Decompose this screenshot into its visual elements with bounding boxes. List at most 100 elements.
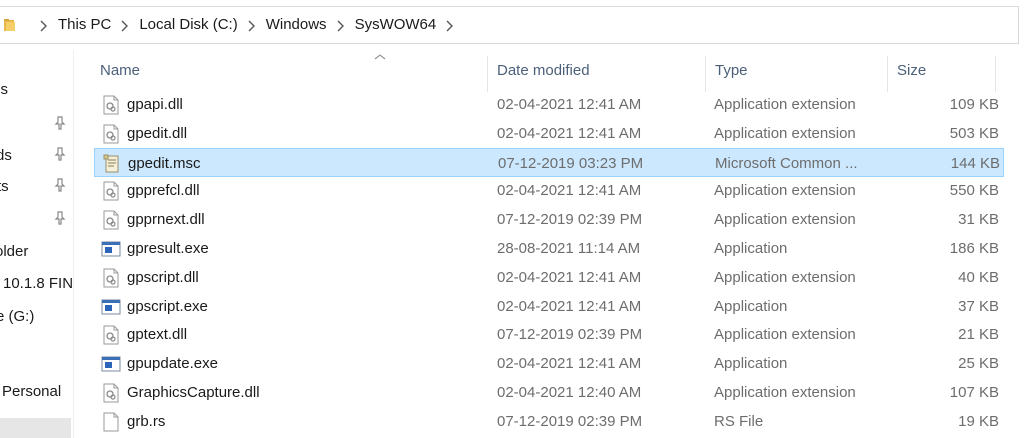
msc-icon [102, 154, 122, 174]
breadcrumb: This PC Local Disk (C:) Windows SysWOW64 [34, 7, 460, 43]
nav-item-folder[interactable]: older [0, 243, 28, 260]
file-row[interactable]: GraphicsCapture.dll 02-04-2021 12:40 AM Ap… [94, 378, 1004, 407]
file-size: 107 KB [949, 384, 999, 401]
dll-icon [101, 95, 121, 115]
file-size: 37 KB [958, 297, 999, 315]
column-date-modified[interactable]: Date modified [487, 50, 590, 92]
file-date-modified: 02-04-2021 12:40 AM [497, 384, 642, 401]
file-name: gptext.dll [127, 326, 188, 344]
file-type: Application extension [714, 326, 856, 344]
file-row[interactable]: grb.rs 07-12-2019 02:39 PM RS File 19 KB [94, 407, 1004, 436]
column-name[interactable]: Name [90, 50, 140, 92]
file-date-modified: 02-04-2021 12:41 AM [497, 355, 642, 373]
address-bar[interactable]: This PC Local Disk (C:) Windows SysWOW64 [0, 6, 1019, 44]
file-name: gpprefcl.dll [127, 182, 200, 200]
file-row[interactable]: gpresult.exe 28-08-2021 11:14 AM Applicati… [94, 234, 1004, 263]
file-name: gpresult.exe [127, 240, 209, 257]
navigation-pane: ss ds ts older 10.1.8 FINA e (G:) Person… [0, 50, 73, 438]
file-name: gpscript.exe [127, 297, 208, 315]
nav-horizontal-scrollbar[interactable] [0, 418, 71, 438]
file-name: grb.rs [127, 412, 166, 430]
nav-item-folder-2[interactable]: 10.1.8 FINA [3, 275, 73, 292]
dll-icon [101, 268, 121, 288]
dll-icon [101, 181, 121, 201]
file-type: Application extension [714, 268, 856, 286]
file-size: 550 KB [949, 182, 999, 200]
chevron-right-icon[interactable] [115, 7, 135, 43]
file-date-modified: 07-12-2019 03:23 PM [498, 154, 644, 172]
folder-icon [4, 19, 15, 31]
file-name: gpupdate.exe [127, 355, 218, 373]
breadcrumb-item[interactable]: Local Disk (C:) [135, 7, 241, 43]
file-type: Application [714, 355, 788, 373]
file-date-modified: 28-08-2021 11:14 AM [497, 240, 641, 257]
file-type: Application [714, 297, 788, 315]
file-row[interactable]: gpupdate.exe 02-04-2021 12:41 AM Applicati… [94, 349, 1004, 378]
file-size: 503 KB [949, 124, 999, 142]
chevron-right-icon[interactable] [242, 7, 262, 43]
nav-item-drive-g[interactable]: e (G:) [0, 308, 34, 325]
chevron-right-icon[interactable] [34, 7, 54, 43]
file-size: 40 KB [958, 268, 999, 286]
file-size: 21 KB [958, 326, 999, 344]
pin-icon[interactable] [53, 116, 67, 130]
vertical-scrollbar[interactable] [1018, 50, 1024, 438]
file-type: Application extension [714, 124, 856, 142]
pin-icon[interactable] [53, 147, 67, 161]
file-row[interactable]: gpprnext.dll 07-12-2019 02:39 PM Applicati… [94, 205, 1004, 234]
file-type: Application [714, 240, 788, 257]
nav-item-quick-access[interactable]: ss [0, 81, 8, 98]
file-row[interactable]: gpscript.exe 02-04-2021 12:41 AM Applicati… [94, 292, 1004, 321]
file-date-modified: 07-12-2019 02:39 PM [497, 412, 643, 430]
file-date-modified: 02-04-2021 12:41 AM [497, 124, 642, 142]
dll-icon [101, 210, 121, 230]
chevron-right-icon[interactable] [331, 7, 351, 43]
nav-item-downloads[interactable]: ds [0, 147, 12, 164]
file-icon [101, 412, 121, 432]
file-row[interactable]: gptext.dll 07-12-2019 02:39 PM Application… [94, 320, 1004, 349]
nav-item-documents[interactable]: ts [0, 178, 9, 195]
column-header-row: Name Date modified Type Size [90, 50, 1024, 92]
exe-icon [101, 354, 121, 374]
file-name: gpedit.msc [128, 154, 201, 172]
file-name: gpprnext.dll [127, 211, 205, 229]
file-row[interactable]: gpprefcl.dll 02-04-2021 12:41 AM Applicati… [94, 176, 1004, 205]
file-date-modified: 07-12-2019 02:39 PM [497, 326, 643, 344]
file-type: Application extension [714, 211, 856, 229]
file-name: GraphicsCapture.dll [127, 384, 260, 401]
exe-icon [101, 239, 121, 259]
file-date-modified: 02-04-2021 12:41 AM [497, 96, 642, 113]
file-type: Application extension [714, 384, 856, 401]
file-date-modified: 02-04-2021 12:41 AM [497, 297, 642, 315]
file-size: 144 KB [950, 154, 1000, 172]
file-type: RS File [714, 412, 764, 430]
breadcrumb-item[interactable]: SysWOW64 [351, 7, 441, 43]
exe-icon [101, 297, 121, 317]
file-row[interactable]: gpedit.dll 02-04-2021 12:41 AM Application… [94, 119, 1004, 148]
column-type[interactable]: Type [705, 50, 748, 92]
file-row[interactable]: gpapi.dll 02-04-2021 12:41 AM Application … [94, 90, 1004, 119]
file-row[interactable]: gpscript.dll 02-04-2021 12:41 AM Applicati… [94, 263, 1004, 292]
file-size: 31 KB [958, 211, 999, 229]
sort-ascending-icon [374, 54, 386, 60]
breadcrumb-item[interactable]: Windows [262, 7, 331, 43]
pin-icon[interactable] [53, 178, 67, 192]
file-size: 19 KB [958, 412, 999, 430]
file-row[interactable]: gpedit.msc 07-12-2019 03:23 PM Microsoft C… [94, 147, 1004, 177]
pane-divider[interactable] [73, 50, 74, 438]
nav-item-personal[interactable]: Personal [2, 383, 61, 400]
dll-icon [101, 325, 121, 345]
file-size: 186 KB [949, 240, 999, 257]
file-date-modified: 07-12-2019 02:39 PM [497, 211, 643, 229]
file-name: gpscript.dll [127, 268, 199, 286]
file-size: 109 KB [949, 96, 999, 113]
pin-icon[interactable] [53, 211, 67, 225]
file-size: 25 KB [958, 355, 999, 373]
file-date-modified: 02-04-2021 12:41 AM [497, 268, 642, 286]
column-size[interactable]: Size [887, 50, 926, 92]
file-date-modified: 02-04-2021 12:41 AM [497, 182, 642, 200]
file-type: Microsoft Common ... [715, 154, 858, 172]
breadcrumb-item[interactable]: This PC [54, 7, 115, 43]
chevron-right-icon[interactable] [440, 7, 460, 43]
dll-icon [101, 383, 121, 403]
